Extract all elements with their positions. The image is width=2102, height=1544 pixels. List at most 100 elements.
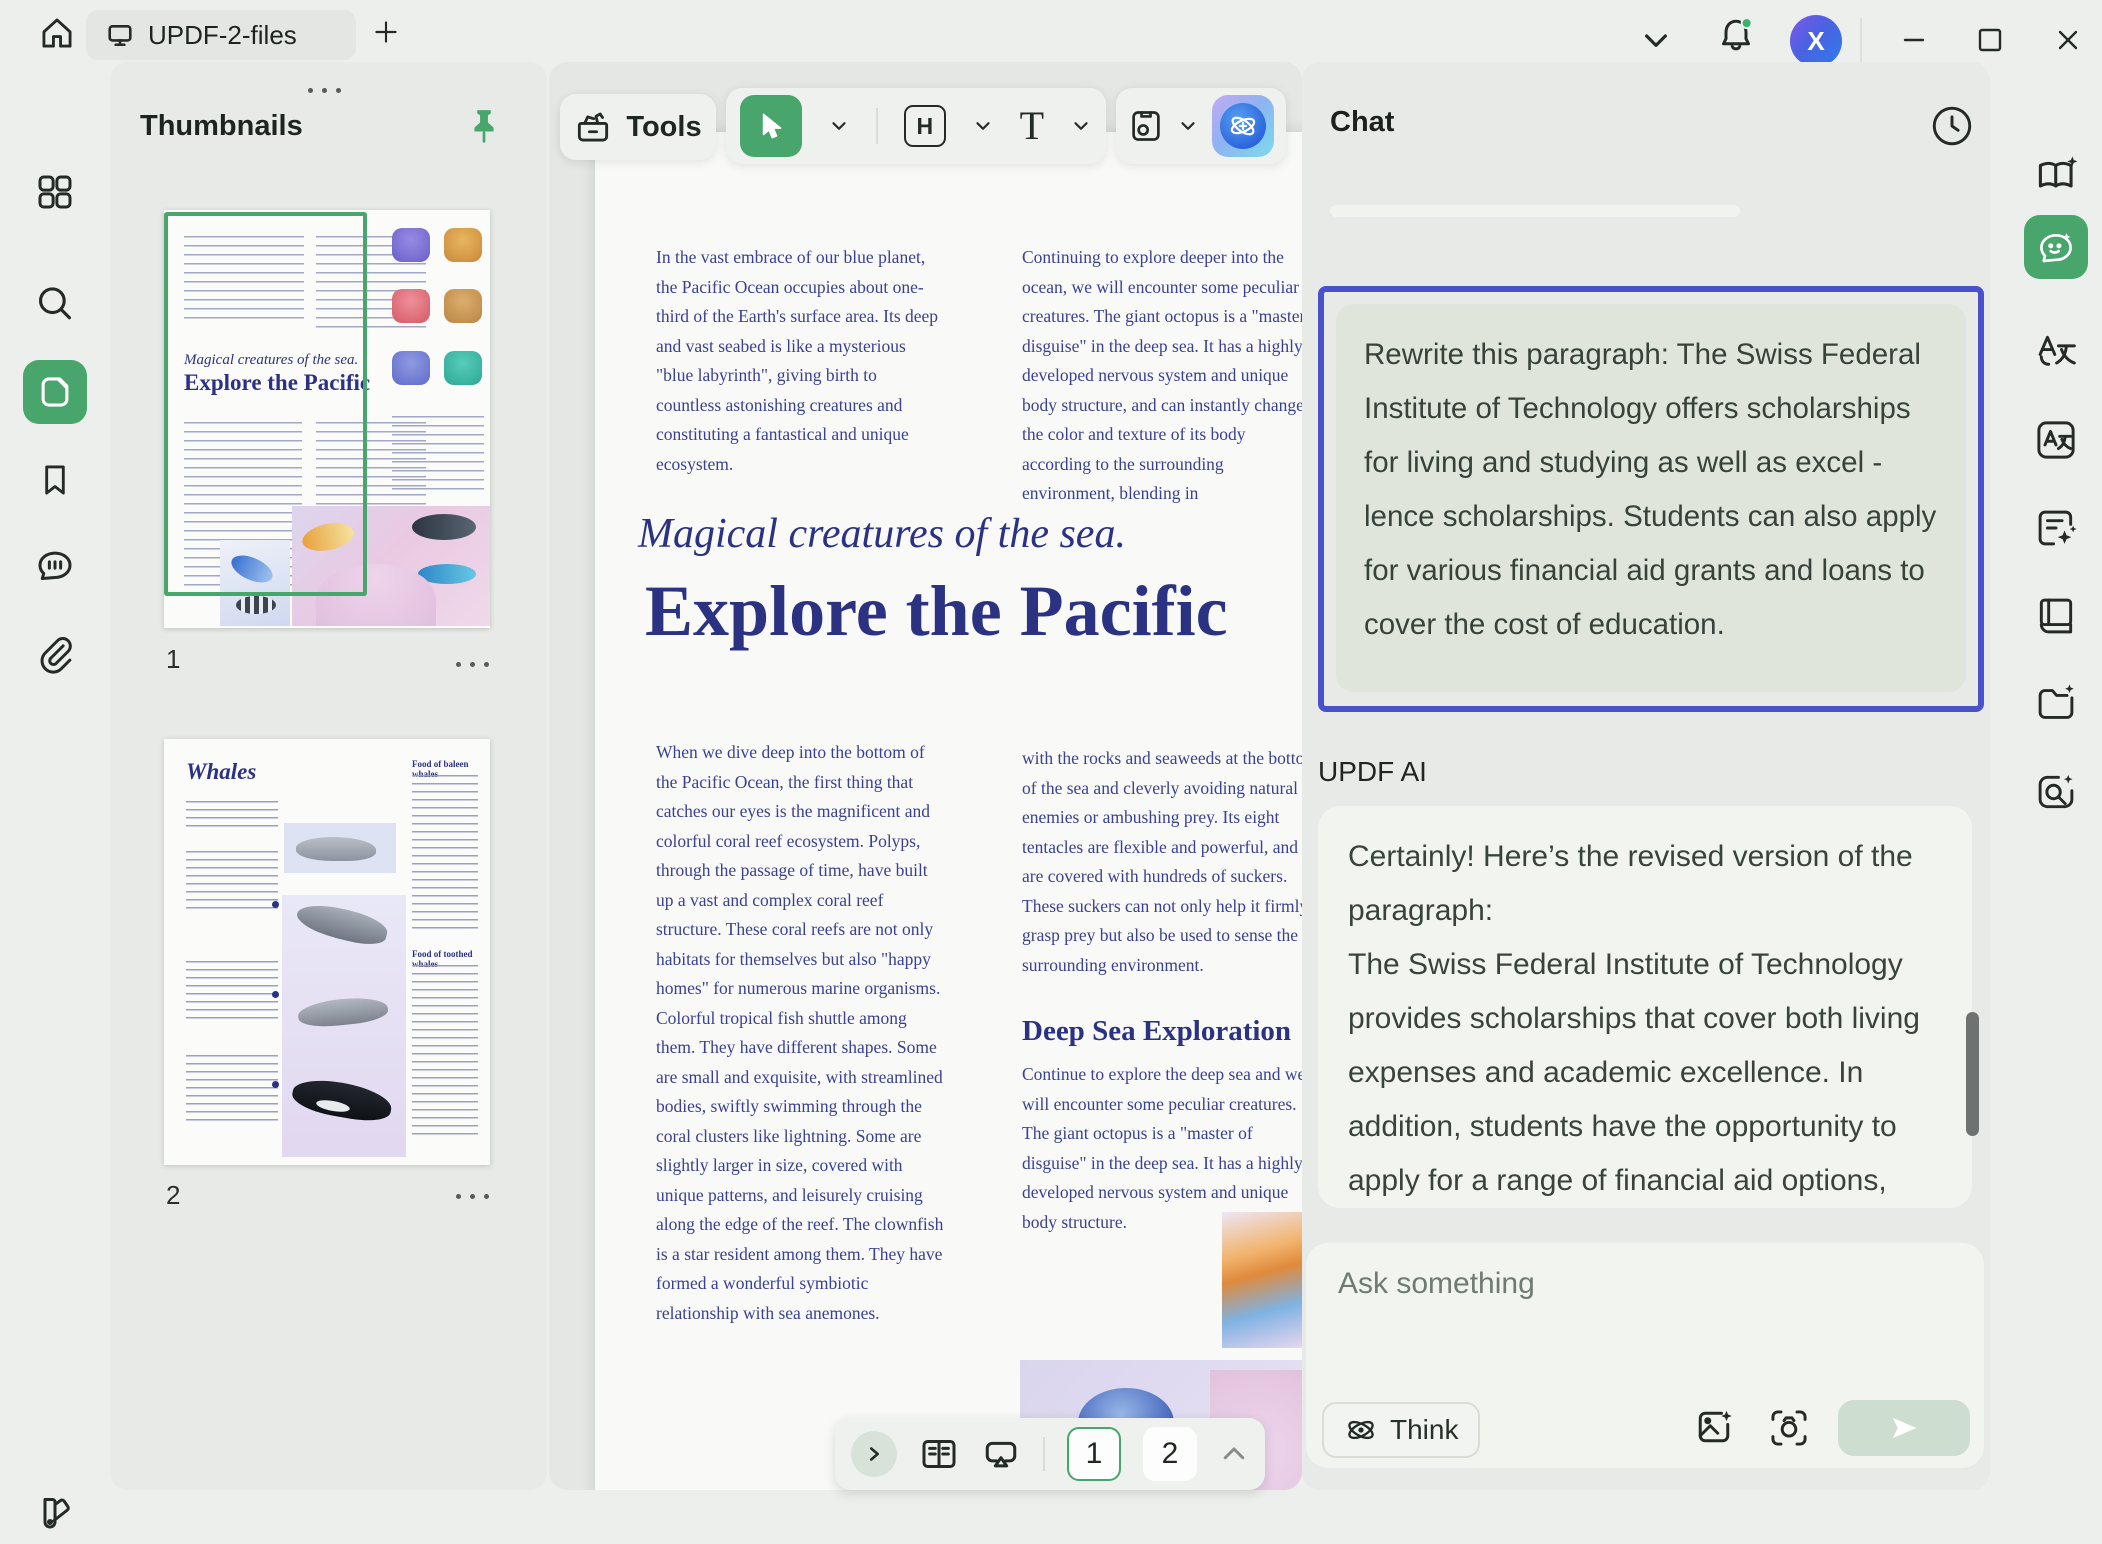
ai-assistant-button[interactable] [1212,95,1274,157]
chat-panel-title: Chat [1330,106,1394,139]
thumb-coral-grid [392,228,484,398]
thumb-text-block [392,416,484,496]
edit-tools-group: H T [726,88,1106,164]
tab-title: UPDF-2-files [148,20,297,51]
sidebar-item-attachments[interactable] [23,622,87,686]
side-by-side-icon[interactable] [2034,594,2078,643]
right-sidebar [2010,62,2102,1504]
thumbnail-1-selection [164,212,367,596]
save-ai-group [1116,88,1286,164]
ai-writer-icon[interactable] [2034,506,2078,555]
chat-history-icon[interactable] [1930,104,1974,153]
thumb2-title: Whales [186,759,256,785]
paperclip-icon [35,634,75,674]
chat-scrollbar[interactable] [1966,1012,1979,1136]
ai-swirl-icon [1223,106,1263,146]
pdf-deep-para: Continue to explore the deep sea and we … [1022,1060,1302,1237]
toolbar-divider [876,108,878,144]
chat-input-card: Ask something Think [1306,1243,1984,1468]
ai-files-icon[interactable] [2034,682,2078,731]
pdf-intro-right: Continuing to explore deeper into the oc… [1022,243,1302,509]
thumbnail-page-1[interactable]: Magical creatures of the sea. Explore th… [164,210,490,628]
titlebar-separator [1860,18,1862,62]
atom-icon [1344,1413,1378,1447]
text-tool-button[interactable]: T [1020,106,1044,146]
tools-button[interactable]: Tools [626,111,701,144]
think-button-label: Think [1390,1414,1458,1446]
send-button[interactable] [1838,1400,1970,1456]
chat-ai-response-body: The Swiss Federal Institute of Technolog… [1348,938,1942,1208]
account-avatar[interactable]: X [1790,15,1842,67]
thumbnail-2-number: 2 [166,1180,180,1211]
ai-translate-icon[interactable] [2034,330,2078,379]
thumb-whale-photo [284,823,396,873]
select-tool-chevron-icon[interactable] [828,115,850,137]
sidebar-item-apps[interactable] [23,160,87,224]
thumbnail-1-menu[interactable] [456,662,489,667]
panel-drag-handle[interactable] [308,88,341,93]
thumb-text-block [186,961,278,1019]
close-button[interactable] [2040,12,2096,68]
chat-prompt-message: Rewrite this paragraph: The Swiss Federa… [1318,286,1984,712]
heading-tool-button[interactable]: H [904,105,946,147]
page-1-label: 1 [1086,1437,1103,1471]
sidebar-item-search[interactable] [23,272,87,336]
maximize-button[interactable] [1962,12,2018,68]
heading-tool-chevron-icon[interactable] [972,115,994,137]
pdf-deep-heading: Deep Sea Exploration [1022,1015,1291,1048]
avatar-letter: X [1807,26,1824,57]
minimize-button[interactable] [1886,12,1942,68]
thumbnail-2-menu[interactable] [456,1194,489,1199]
chat-prompt-bubble: Rewrite this paragraph: The Swiss Federa… [1336,304,1966,692]
chat-input[interactable]: Ask something [1338,1267,1535,1301]
page-2-button[interactable]: 2 [1143,1427,1197,1481]
chat-ai-response-bubble: Certainly! Here’s the revised version of… [1318,806,1972,1208]
notifications-bell-icon[interactable] [1716,14,1756,61]
sidebar-item-comments[interactable] [23,533,87,597]
text-tool-chevron-icon[interactable] [1070,115,1092,137]
monitor-icon [106,22,134,48]
chat-prompt-text: Rewrite this paragraph: The Swiss Federa… [1364,338,1936,641]
titlebar: UPDF-2-files X [0,0,2102,62]
ai-search-icon[interactable] [2034,770,2078,819]
chat-ai-label: UPDF AI [1318,756,1427,788]
chat-ai-response-intro: Certainly! Here’s the revised version of… [1348,830,1942,938]
pdf-body-left: When we dive deep into the bottom of the… [656,738,948,1328]
ai-chat-icon[interactable] [2024,215,2088,279]
pdf-heading-title: Explore the Pacific [645,570,1228,653]
new-tab-button[interactable] [370,16,402,53]
ai-read-icon[interactable] [2034,154,2080,205]
screenshot-camera-icon[interactable] [1768,1407,1810,1454]
insert-image-icon[interactable] [1694,1407,1734,1452]
page-navigation-bar: 1 2 [835,1418,1265,1490]
think-toggle-button[interactable]: Think [1322,1402,1480,1458]
expand-nav-button[interactable] [851,1431,897,1477]
page-1-button[interactable]: 1 [1067,1427,1121,1481]
collapse-toolbar-icon[interactable] [1640,24,1672,61]
save-chevron-icon[interactable] [1177,115,1199,137]
thumbnail-page-2[interactable]: Whales Food of baleen whales Food of too… [164,739,490,1165]
save-icon[interactable] [1128,108,1164,144]
thumbnail-1-number: 1 [166,644,180,675]
translate-page-icon[interactable] [2034,418,2078,467]
page-2-label: 2 [1162,1437,1179,1471]
reading-mode-icon[interactable] [919,1434,959,1474]
cursor-icon [754,109,788,143]
thumb-whale-strip [282,895,406,1157]
bookmark-icon [36,461,74,499]
document-viewport[interactable]: In the vast embrace of our blue planet, … [549,62,1302,1490]
page-icon [36,373,74,411]
pin-panel-icon[interactable] [466,106,502,153]
sidebar-item-bookmarks[interactable] [23,448,87,512]
thumb-text-block [186,851,278,915]
pdf-intro-left: In the vast embrace of our blue planet, … [656,243,946,479]
select-tool-button[interactable] [740,95,802,157]
presentation-icon[interactable] [981,1434,1021,1474]
thumbnails-panel: Thumbnails Magical creatures of the sea.… [110,62,547,1490]
collapse-nav-chevron-icon[interactable] [1219,1439,1249,1469]
document-tab[interactable]: UPDF-2-files [86,10,356,60]
sidebar-item-thumbnails[interactable] [23,360,87,424]
sidebar-item-appearance[interactable] [23,1480,87,1544]
nav-divider [1043,1437,1045,1471]
home-icon[interactable] [38,14,76,57]
